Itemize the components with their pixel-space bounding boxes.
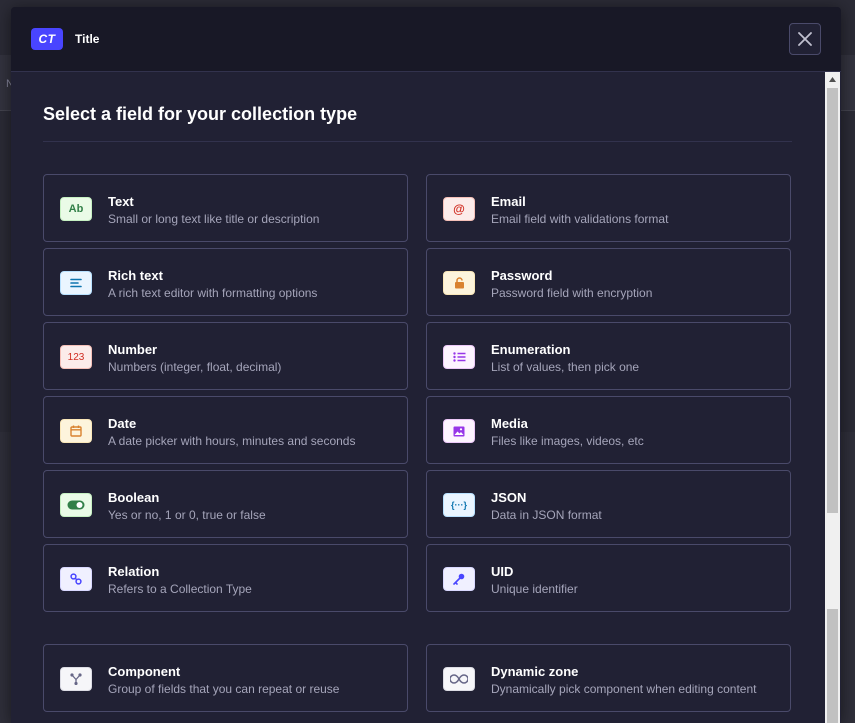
modal-title: Title <box>75 32 100 46</box>
infinity-icon <box>443 667 475 691</box>
chevron-up-icon <box>829 77 836 82</box>
scroll-thumb[interactable] <box>827 88 838 513</box>
calendar-icon <box>60 419 92 443</box>
field-type-title: Boolean <box>108 490 160 505</box>
field-type-description: Files like images, videos, etc <box>491 434 644 448</box>
list-icon <box>443 345 475 369</box>
field-type-description: A rich text editor with formatting optio… <box>108 286 318 300</box>
field-type-title: Date <box>108 416 137 431</box>
section-title: Select a field for your collection type <box>43 104 358 124</box>
number-icon-glyph: 123 <box>67 351 85 363</box>
field-type-card-boolean[interactable]: Boolean Yes or no, 1 or 0, true or false <box>43 470 408 538</box>
field-type-card-email[interactable]: @ Email Email field with validations forma… <box>426 174 791 242</box>
field-type-title: JSON <box>491 490 527 505</box>
json-icon-glyph: {···} <box>451 500 467 510</box>
text-icon-glyph: Ab <box>68 203 84 215</box>
field-type-title: Relation <box>108 564 160 579</box>
field-type-title: Media <box>491 416 528 431</box>
json-icon: {···} <box>443 493 475 517</box>
field-type-description: Numbers (integer, float, decimal) <box>108 360 282 374</box>
collection-type-badge: CT <box>31 28 63 50</box>
richtext-icon <box>60 271 92 295</box>
field-type-description: Refers to a Collection Type <box>108 582 252 596</box>
field-type-description: List of values, then pick one <box>491 360 640 374</box>
field-type-card-enumeration[interactable]: Enumeration List of values, then pick one <box>426 322 791 390</box>
field-type-title: Component <box>108 664 181 679</box>
field-type-title: Dynamic zone <box>491 664 579 679</box>
modal-header: CT Title <box>11 7 841 72</box>
scroll-track-lower[interactable] <box>827 609 838 723</box>
field-type-card-relation[interactable]: Relation Refers to a Collection Type <box>43 544 408 612</box>
field-type-description: A date picker with hours, minutes and se… <box>108 434 356 448</box>
field-type-title: Password <box>491 268 553 283</box>
field-type-card-text[interactable]: Ab Text Small or long text like title or d… <box>43 174 408 242</box>
field-type-description: Password field with encryption <box>491 286 653 300</box>
field-type-card-date[interactable]: Date A date picker with hours, minutes an… <box>43 396 408 464</box>
link-icon <box>60 567 92 591</box>
text-icon: Ab <box>60 197 92 221</box>
field-type-card-json[interactable]: {···} JSON Data in JSON format <box>426 470 791 538</box>
field-type-title: Rich text <box>108 268 163 283</box>
lock-icon <box>443 271 475 295</box>
field-type-description: Dynamically pick component when editing … <box>491 682 757 696</box>
field-type-card-number[interactable]: 123 Number Numbers (integer, float, decima… <box>43 322 408 390</box>
field-type-description: Group of fields that you can repeat or r… <box>108 682 340 696</box>
field-type-title: Email <box>491 194 526 209</box>
field-type-card-uid[interactable]: UID Unique identifier <box>426 544 791 612</box>
email-icon: @ <box>443 197 475 221</box>
close-button[interactable] <box>789 23 821 55</box>
field-type-title: Enumeration <box>491 342 571 357</box>
component-icon <box>60 667 92 691</box>
key-icon <box>443 567 475 591</box>
field-type-card-rich-text[interactable]: Rich text A rich text editor with formatt… <box>43 248 408 316</box>
email-icon-glyph: @ <box>453 202 465 216</box>
toggle-icon <box>60 493 92 517</box>
field-type-card-dynamic-zone[interactable]: Dynamic zone Dynamically pick component w… <box>426 644 791 712</box>
field-type-card-component[interactable]: Component Group of fields that you can re… <box>43 644 408 712</box>
field-type-description: Email field with validations format <box>491 212 669 226</box>
field-type-description: Small or long text like title or descrip… <box>108 212 320 226</box>
field-type-card-password[interactable]: Password Password field with encryption <box>426 248 791 316</box>
scrollbar[interactable] <box>825 72 840 723</box>
field-type-modal: CT Title Select a field for your collect… <box>11 7 841 723</box>
field-type-title: Number <box>108 342 158 357</box>
scroll-up-arrow[interactable] <box>825 72 840 87</box>
close-icon <box>798 32 812 46</box>
modal-body: Select a field for your collection type … <box>11 72 825 723</box>
image-icon <box>443 419 475 443</box>
number-icon: 123 <box>60 345 92 369</box>
field-type-description: Data in JSON format <box>491 508 602 522</box>
field-type-description: Unique identifier <box>491 582 578 596</box>
field-type-title: UID <box>491 564 514 579</box>
field-type-card-media[interactable]: Media Files like images, videos, etc <box>426 396 791 464</box>
field-type-title: Text <box>108 194 134 209</box>
section-divider <box>43 141 792 142</box>
field-type-description: Yes or no, 1 or 0, true or false <box>108 508 266 522</box>
